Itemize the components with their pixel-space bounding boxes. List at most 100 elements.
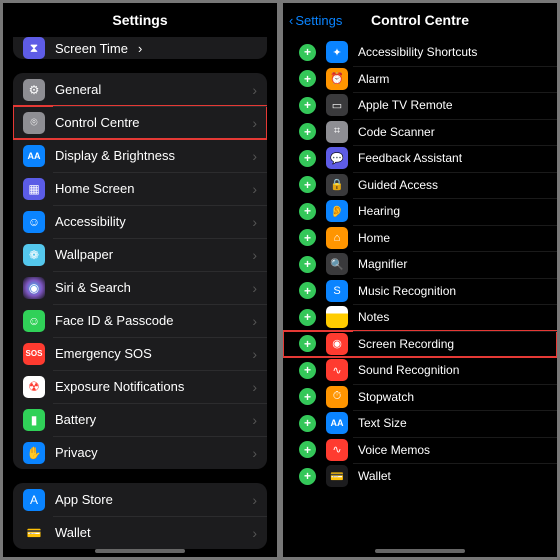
chevron-right-icon: › — [252, 346, 257, 362]
control-row-code-scanner[interactable]: + ⌗ Code Scanner — [283, 119, 557, 146]
screen-time-icon: ⧗ — [23, 37, 45, 59]
chevron-right-icon: › — [252, 214, 257, 230]
add-button[interactable]: + — [299, 309, 316, 326]
row-label: Wallet — [55, 525, 91, 540]
control-label: Notes — [358, 310, 389, 324]
row-emergency-sos[interactable]: SOSEmergency SOS› — [13, 337, 267, 370]
back-label: Settings — [295, 13, 342, 28]
hearing-icon: 👂 — [326, 200, 348, 222]
row-app-store[interactable]: AApp Store› — [13, 483, 267, 516]
control-label: Hearing — [358, 204, 400, 218]
row-privacy[interactable]: ✋Privacy› — [13, 436, 267, 469]
feedback-assistant-icon: 💬 — [326, 147, 348, 169]
home-indicator[interactable] — [95, 549, 185, 553]
add-button[interactable]: + — [299, 441, 316, 458]
control-row-magnifier[interactable]: +🔍Magnifier — [283, 251, 557, 278]
control-label: Music Recognition — [358, 284, 456, 298]
row-wallpaper[interactable]: ❁ Wallpaper › — [13, 238, 267, 271]
row-home-screen[interactable]: ▦Home Screen› — [13, 172, 267, 205]
chevron-right-icon: › — [252, 492, 257, 508]
row-label: App Store — [55, 492, 113, 507]
control-row-guided-access[interactable]: +🔒Guided Access — [283, 172, 557, 199]
add-button[interactable]: + — [299, 150, 316, 167]
wallet-icon: 💳 — [326, 465, 348, 487]
add-button[interactable]: + — [299, 203, 316, 220]
control-row-wallet[interactable]: +💳Wallet — [283, 463, 557, 490]
apple-tv-remote-icon: ▭ — [326, 94, 348, 116]
privacy-icon: ✋ — [23, 442, 45, 464]
control-row-stopwatch[interactable]: +⏱Stopwatch — [283, 384, 557, 411]
add-button[interactable]: + — [299, 468, 316, 485]
control-row-music-recognition[interactable]: +SMusic Recognition — [283, 278, 557, 305]
display-brightness-icon: AA — [23, 145, 45, 167]
accessibility-shortcuts-icon: ✦ — [326, 41, 348, 63]
control-row-alarm[interactable]: + ⏰ Alarm — [283, 66, 557, 93]
settings-content[interactable]: ⧗ Screen Time › ⚙︎General›⌾Control Centr… — [3, 37, 277, 557]
chevron-right-icon: › — [252, 313, 257, 329]
control-label: Apple TV Remote — [358, 98, 453, 112]
home-indicator[interactable] — [375, 549, 465, 553]
row-battery[interactable]: ▮Battery› — [13, 403, 267, 436]
add-button[interactable]: + — [299, 44, 316, 61]
back-button[interactable]: ‹ Settings — [289, 13, 342, 28]
home-icon: ⌂ — [326, 227, 348, 249]
chevron-right-icon: › — [252, 115, 257, 131]
control-row-apple-tv-remote[interactable]: + ▭ Apple TV Remote — [283, 92, 557, 119]
control-label: Text Size — [358, 416, 407, 430]
row-label: Privacy — [55, 445, 98, 460]
chevron-right-icon: › — [252, 247, 257, 263]
row-label: Wallpaper — [55, 247, 113, 262]
control-label: Guided Access — [358, 178, 438, 192]
add-button[interactable]: + — [299, 229, 316, 246]
row-exposure-notifications[interactable]: ☢Exposure Notifications› — [13, 370, 267, 403]
row-siri-search[interactable]: ◉Siri & Search› — [13, 271, 267, 304]
control-row-home[interactable]: + ⌂ Home — [283, 225, 557, 252]
row-accessibility[interactable]: ☺Accessibility› — [13, 205, 267, 238]
alarm-icon: ⏰ — [326, 68, 348, 90]
row-screen-time[interactable]: ⧗ Screen Time › — [13, 37, 267, 59]
magnifier-icon: 🔍 — [326, 253, 348, 275]
control-row-accessibility-shortcuts[interactable]: +✦Accessibility Shortcuts — [283, 39, 557, 66]
exposure-notifications-icon: ☢ — [23, 376, 45, 398]
row-label: Display & Brightness — [55, 148, 175, 163]
add-button[interactable]: + — [299, 123, 316, 140]
controls-list[interactable]: +✦Accessibility Shortcuts+⏰Alarm+▭Apple … — [283, 37, 557, 557]
control-row-sound-recognition[interactable]: +∿Sound Recognition — [283, 357, 557, 384]
sound-recognition-icon: ∿ — [326, 359, 348, 381]
home-screen-icon: ▦ — [23, 178, 45, 200]
add-button[interactable]: + — [299, 176, 316, 193]
control-label: Alarm — [358, 72, 389, 86]
control-centre-icon: ⌾ — [23, 112, 45, 134]
add-button[interactable]: + — [299, 362, 316, 379]
control-row-screen-recording[interactable]: +◉Screen Recording — [283, 331, 557, 358]
row-general[interactable]: ⚙︎General› — [13, 73, 267, 106]
control-label: Home — [358, 231, 390, 245]
row-face-id-passcode[interactable]: ☺Face ID & Passcode› — [13, 304, 267, 337]
chevron-right-icon: › — [252, 412, 257, 428]
code-scanner-icon: ⌗ — [326, 121, 348, 143]
wallpaper-icon: ❁ — [23, 244, 45, 266]
add-button[interactable]: + — [299, 256, 316, 273]
settings-group-1: ⚙︎General›⌾Control Centre› AA Display & Br… — [13, 73, 267, 469]
row-label: Emergency SOS — [55, 346, 152, 361]
add-button[interactable]: + — [299, 97, 316, 114]
row-label: General — [55, 82, 101, 97]
control-label: Code Scanner — [358, 125, 435, 139]
control-label: Stopwatch — [358, 390, 414, 404]
control-row-notes[interactable]: + Notes — [283, 304, 557, 331]
row-wallet[interactable]: 💳Wallet› — [13, 516, 267, 549]
add-button[interactable]: + — [299, 335, 316, 352]
add-button[interactable]: + — [299, 388, 316, 405]
control-label: Feedback Assistant — [358, 151, 462, 165]
row-display-brightness[interactable]: AADisplay & Brightness› — [13, 139, 267, 172]
add-button[interactable]: + — [299, 415, 316, 432]
add-button[interactable]: + — [299, 70, 316, 87]
row-control-centre[interactable]: ⌾Control Centre› — [13, 106, 267, 139]
control-row-voice-memos[interactable]: +∿Voice Memos — [283, 437, 557, 464]
screen-recording-icon: ◉ — [326, 333, 348, 355]
control-row-feedback-assistant[interactable]: + 💬 Feedback Assistant — [283, 145, 557, 172]
add-button[interactable]: + — [299, 282, 316, 299]
control-row-hearing[interactable]: + 👂 Hearing — [283, 198, 557, 225]
chevron-right-icon: › — [252, 379, 257, 395]
control-row-text-size[interactable]: +AAText Size — [283, 410, 557, 437]
